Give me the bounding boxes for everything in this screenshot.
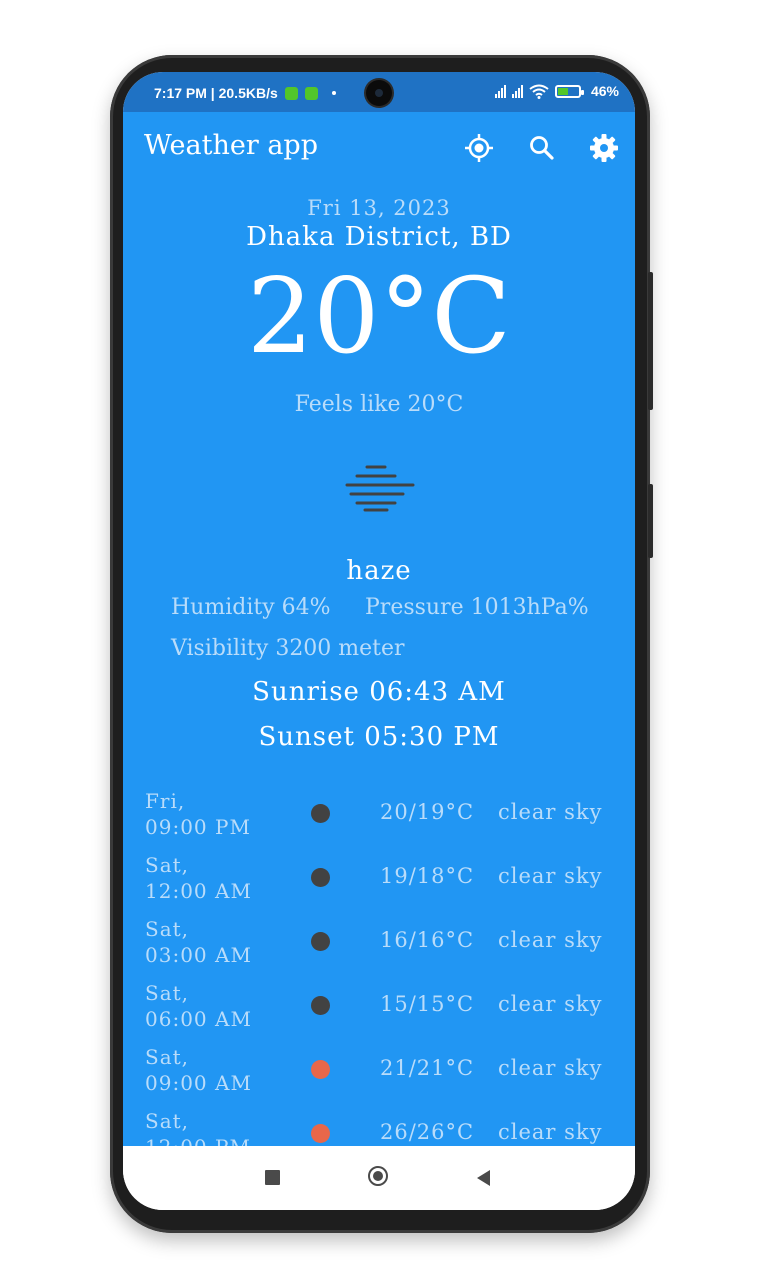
- forecast-row: Sat, 12:00 AM 19/18°C clear sky: [123, 850, 635, 914]
- weather-dot-icon: [311, 996, 330, 1015]
- sunset-time: Sunset 05:30 PM: [258, 722, 500, 752]
- forecast-row: Fri, 09:00 PM 20/19°C clear sky: [123, 786, 635, 850]
- battery-icon: [554, 84, 584, 98]
- forecast-time: 03:00 AM: [145, 943, 252, 967]
- forecast-temp: 15/15°C: [380, 992, 475, 1016]
- forecast-day: Fri,: [145, 789, 186, 813]
- forecast-temp: 26/26°C: [380, 1120, 475, 1144]
- wifi-icon: [529, 84, 549, 99]
- recents-button[interactable]: [265, 1170, 280, 1185]
- current-temperature: 20°C: [247, 255, 511, 377]
- weather-screen: Weather app Fri 13, 2023 Dhaka District,…: [123, 112, 635, 1146]
- forecast-desc: clear sky: [498, 1120, 603, 1144]
- forecast-day: Sat,: [145, 1109, 190, 1133]
- weather-dot-icon: [311, 932, 330, 951]
- sunrise-time: Sunrise 06:43 AM: [252, 677, 506, 707]
- humidity-value: Humidity 64%: [171, 595, 331, 620]
- forecast-temp: 21/21°C: [380, 1056, 475, 1080]
- weather-dot-icon: [311, 804, 330, 823]
- signal-icon: [511, 84, 523, 98]
- app-title: Weather app: [144, 130, 318, 161]
- battery-percent: 46%: [590, 83, 619, 99]
- notification-app-icon: [304, 86, 318, 100]
- haze-icon: [345, 465, 415, 512]
- forecast-desc: clear sky: [498, 1056, 603, 1080]
- search-icon[interactable]: [526, 132, 558, 164]
- forecast-temp: 16/16°C: [380, 928, 475, 952]
- feels-like: Feels like 20°C: [294, 392, 464, 417]
- status-bar: 7:17 PM | 20.5KB/s 46%: [123, 72, 635, 112]
- forecast-time: 09:00 AM: [145, 1071, 252, 1095]
- forecast-day: Sat,: [145, 853, 190, 877]
- forecast-row: Sat, 12:00 PM 26/26°C clear sky: [123, 1106, 635, 1146]
- forecast-day: Sat,: [145, 981, 190, 1005]
- pressure-value: Pressure 1013hPa%: [365, 595, 589, 620]
- system-nav-bar: [123, 1146, 635, 1210]
- forecast-desc: clear sky: [498, 992, 603, 1016]
- forecast-desc: clear sky: [498, 928, 603, 952]
- signal-icon: [494, 84, 506, 98]
- back-button[interactable]: [477, 1170, 490, 1186]
- weather-condition: haze: [346, 556, 412, 586]
- status-time-speed: 7:17 PM | 20.5KB/s: [154, 85, 278, 101]
- forecast-temp: 20/19°C: [380, 800, 475, 824]
- more-notifications-icon: [331, 91, 336, 95]
- current-date: Fri 13, 2023: [307, 196, 451, 220]
- forecast-list[interactable]: Fri, 09:00 PM 20/19°C clear sky Sat, 12:00…: [123, 786, 635, 1146]
- volume-button: [648, 272, 653, 410]
- forecast-temp: 19/18°C: [380, 864, 475, 888]
- phone-screen: 7:17 PM | 20.5KB/s 46% Weather app Fri 1…: [123, 72, 635, 1210]
- power-button: [648, 484, 653, 558]
- home-button[interactable]: [368, 1166, 388, 1186]
- forecast-time: 06:00 AM: [145, 1007, 252, 1031]
- app-toolbar: Weather app: [123, 112, 635, 184]
- location-name: Dhaka District, BD: [246, 222, 512, 252]
- gear-icon[interactable]: [588, 132, 620, 164]
- forecast-row: Sat, 09:00 AM 21/21°C clear sky: [123, 1042, 635, 1106]
- forecast-time: 12:00 AM: [145, 879, 252, 903]
- my-location-icon[interactable]: [463, 132, 495, 164]
- weather-dot-icon: [311, 1060, 330, 1079]
- visibility-value: Visibility 3200 meter: [171, 636, 405, 661]
- forecast-time: 09:00 PM: [145, 815, 251, 839]
- weather-dot-icon: [311, 868, 330, 887]
- forecast-day: Sat,: [145, 1045, 190, 1069]
- forecast-day: Sat,: [145, 917, 190, 941]
- forecast-desc: clear sky: [498, 864, 603, 888]
- front-camera: [366, 80, 392, 106]
- notification-app-icon: [284, 86, 298, 100]
- forecast-time: 12:00 PM: [145, 1135, 251, 1146]
- forecast-row: Sat, 06:00 AM 15/15°C clear sky: [123, 978, 635, 1042]
- forecast-desc: clear sky: [498, 800, 603, 824]
- weather-dot-icon: [311, 1124, 330, 1143]
- forecast-row: Sat, 03:00 AM 16/16°C clear sky: [123, 914, 635, 978]
